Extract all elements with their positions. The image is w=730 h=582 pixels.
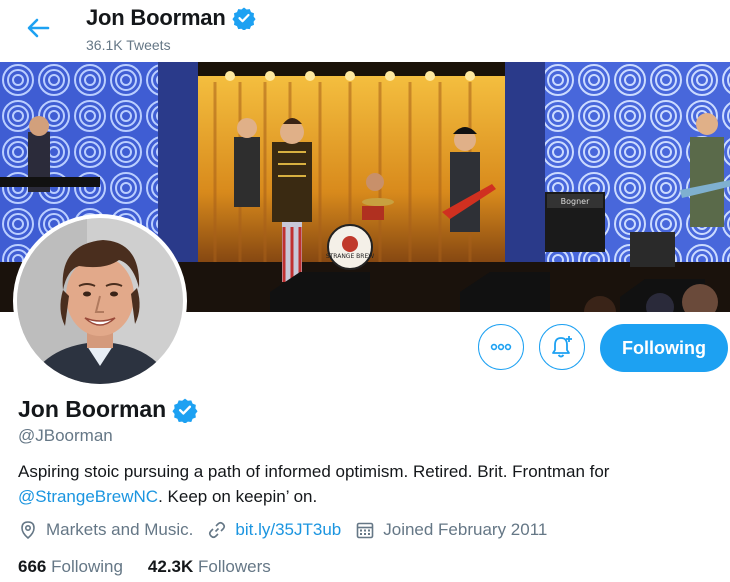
verified-badge-icon	[172, 398, 198, 423]
amp-brand-text: Bogner	[561, 197, 590, 206]
followers-count: 42.3K	[147, 557, 194, 576]
calendar-icon	[356, 522, 374, 539]
profile-name: Jon Boorman	[18, 396, 198, 423]
more-icon	[490, 343, 512, 351]
location-icon	[21, 521, 35, 540]
notification-bell-icon	[552, 336, 572, 358]
followers-stat[interactable]: 42.3K Followers	[148, 557, 271, 577]
location-item: Markets and Music.	[18, 520, 193, 540]
joined-text: Joined February 2011	[383, 520, 548, 539]
bio-suffix: . Keep on keepin’ on.	[158, 487, 318, 506]
profile-meta: Markets and Music. bit.ly/35JT3ub Joined…	[18, 520, 561, 540]
joined-item: Joined February 2011	[355, 520, 547, 540]
following-stat[interactable]: 666 Following	[18, 557, 123, 577]
tweet-count: 36.1K Tweets	[86, 37, 171, 53]
following-label: Following	[51, 557, 123, 576]
following-count: 666	[18, 557, 47, 576]
verified-badge-icon	[231, 7, 256, 30]
following-button[interactable]: Following	[600, 324, 728, 372]
followers-label: Followers	[198, 557, 271, 576]
header-name-text: Jon Boorman	[86, 5, 226, 30]
location-text: Markets and Music.	[46, 520, 194, 539]
profile-stats: 666 Following 42.3K Followers	[18, 557, 296, 577]
profile-handle: @JBoorman	[18, 426, 113, 445]
back-button[interactable]	[22, 12, 54, 44]
profile-header: Jon Boorman 36.1K Tweets	[0, 0, 730, 62]
website-link[interactable]: bit.ly/35JT3ub	[235, 520, 341, 540]
profile-bio: Aspiring stoic pursuing a path of inform…	[18, 459, 718, 509]
back-arrow-icon	[27, 18, 50, 38]
avatar[interactable]	[13, 214, 187, 388]
bio-text: Aspiring stoic pursuing a path of inform…	[18, 462, 610, 481]
profile-name-text: Jon Boorman	[18, 396, 167, 422]
bio-mention-link[interactable]: @StrangeBrewNC	[18, 487, 158, 506]
header-name: Jon Boorman	[86, 5, 256, 31]
link-icon	[209, 521, 226, 539]
website-item: bit.ly/35JT3ub	[207, 520, 341, 540]
drum-logo-text: STRANGE BREW	[326, 253, 374, 260]
notification-button[interactable]	[539, 324, 585, 370]
more-button[interactable]	[478, 324, 524, 370]
